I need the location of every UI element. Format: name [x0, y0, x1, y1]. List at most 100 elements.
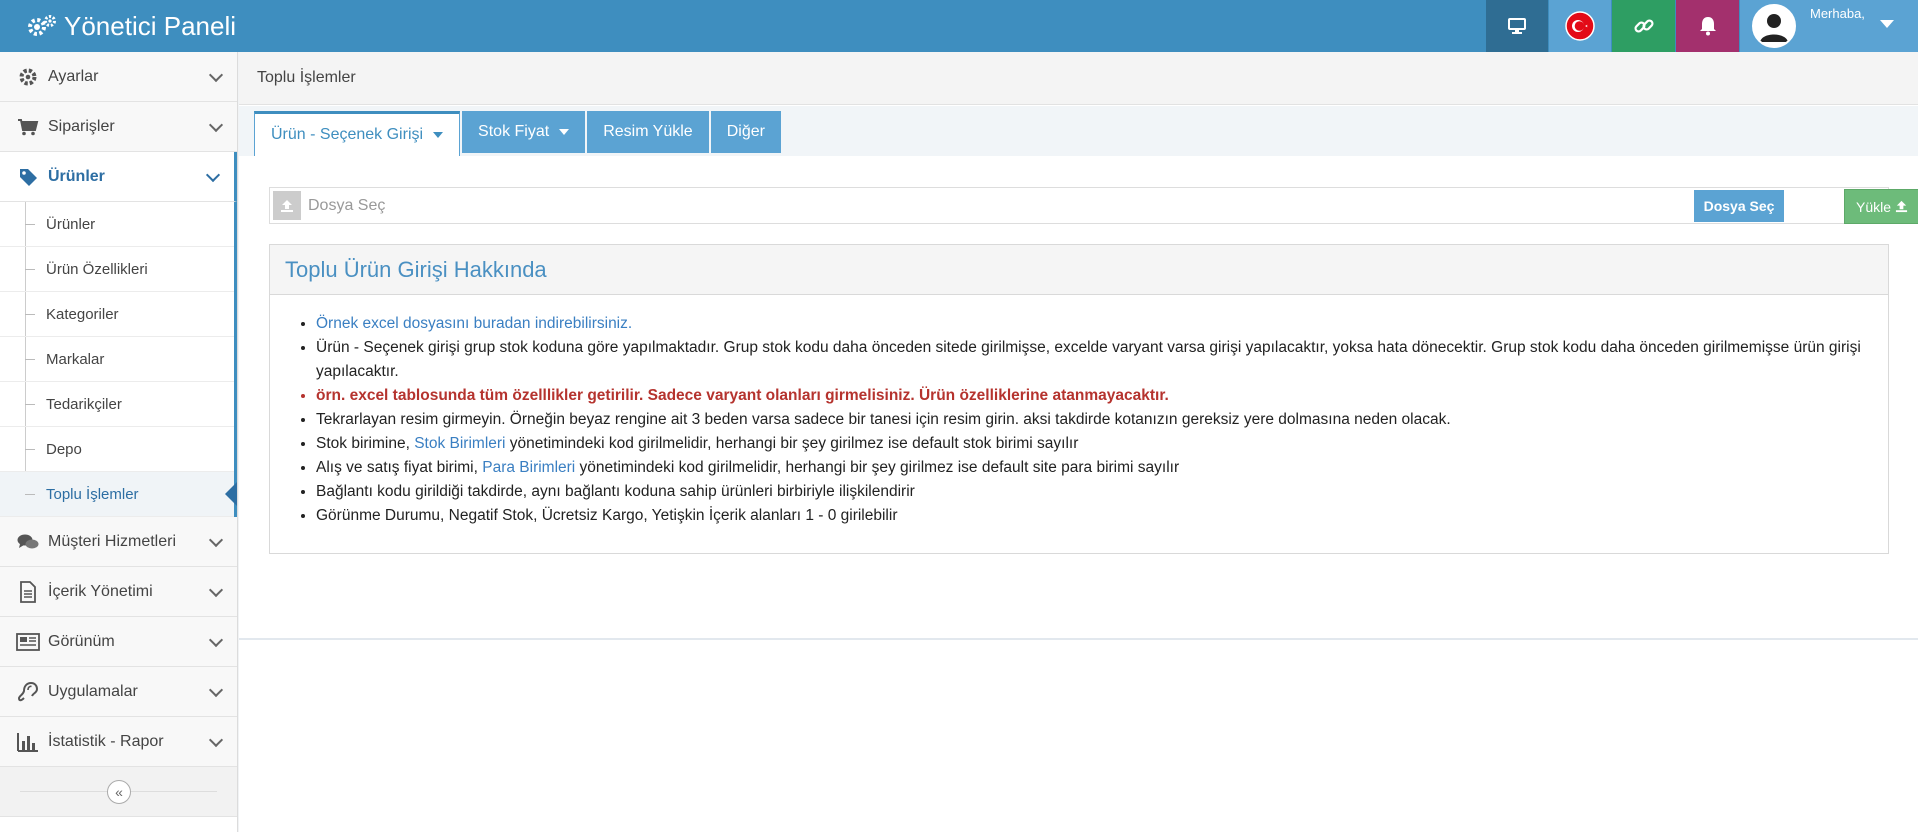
list-text: Alış ve satış fiyat birimi,	[316, 459, 483, 476]
info-panel-title: Toplu Ürün Girişi Hakkında	[270, 245, 1888, 295]
submenu-item-bulk-operations[interactable]: Toplu İşlemler	[0, 472, 237, 517]
sidebar-item-label: Uygulamalar	[48, 682, 138, 700]
currencies-link[interactable]: Para Birimleri	[482, 459, 575, 476]
avatar	[1752, 4, 1796, 48]
list-item: Görünme Durumu, Negatif Stok, Ücretsiz K…	[316, 504, 1868, 528]
chevron-down-icon	[208, 582, 224, 598]
tab-label: Stok Fiyat	[478, 123, 550, 140]
tag-icon	[16, 165, 40, 189]
gear-icon	[16, 65, 40, 89]
info-list: Örnek excel dosyasını buradan indirebili…	[270, 295, 1888, 528]
submenu-item-label: Depo	[46, 440, 82, 458]
submenu-item-warehouse[interactable]: Depo	[0, 427, 234, 472]
tab-upload-image[interactable]: Resim Yükle	[587, 111, 709, 153]
submenu-item-brands[interactable]: Markalar	[0, 337, 234, 382]
sidebar-item-products[interactable]: Ürünler	[0, 152, 237, 202]
chevron-down-icon	[1880, 20, 1894, 28]
submenu-item-label: Markalar	[46, 350, 105, 368]
list-text: yönetimindeki kod girilmelidir, herhangi…	[575, 459, 1180, 476]
chevron-down-icon	[208, 532, 224, 548]
collapse-sidebar-button[interactable]: «	[107, 780, 131, 804]
chat-icon	[16, 530, 40, 554]
main-content: Toplu İşlemler Ürün - Seçenek Girişi Sto…	[239, 52, 1918, 832]
tab-content: Dosya Seç Dosya Seç Yükle Toplu Ürün Gir…	[239, 156, 1918, 640]
notifications-button[interactable]	[1676, 0, 1739, 52]
file-input[interactable]: Dosya Seç Dosya Seç Yükle	[269, 187, 1918, 224]
language-button[interactable]	[1549, 0, 1611, 52]
chevron-down-icon	[205, 167, 221, 183]
caret-down-icon	[433, 132, 444, 138]
sidebar-item-label: Siparişler	[48, 117, 115, 135]
info-panel: Toplu Ürün Girişi Hakkında Örnek excel d…	[269, 244, 1889, 554]
list-item: Alış ve satış fiyat birimi, Para Birimle…	[316, 456, 1868, 480]
upload-icon	[273, 191, 301, 220]
list-item: Bağlantı kodu girildiği takdirde, aynı b…	[316, 480, 1868, 504]
list-item: Ürün - Seçenek girişi grup stok koduna g…	[316, 336, 1868, 384]
gears-icon	[26, 14, 58, 38]
user-menu[interactable]: Merhaba,	[1740, 0, 1918, 52]
sidebar-item-settings[interactable]: Ayarlar	[0, 52, 237, 102]
tab-product-option-entry[interactable]: Ürün - Seçenek Girişi	[254, 111, 461, 156]
monitor-button[interactable]	[1486, 0, 1548, 52]
sidebar-item-label: İstatistik - Rapor	[48, 732, 164, 750]
link-icon	[1633, 19, 1654, 33]
submenu-item-suppliers[interactable]: Tedarikçiler	[0, 382, 234, 427]
warning-item: örn. excel tablosunda tüm özelllikler ge…	[316, 384, 1868, 408]
bell-icon	[1699, 17, 1716, 36]
upload-icon	[1895, 200, 1908, 213]
chevron-down-icon	[208, 632, 224, 648]
list-text: Stok birimine,	[316, 435, 415, 452]
sidebar-item-apps[interactable]: Uygulamalar	[0, 667, 237, 717]
document-icon	[16, 580, 40, 604]
monitor-icon	[1508, 18, 1526, 34]
chevron-down-icon	[208, 117, 224, 133]
app-title: Yönetici Paneli	[64, 10, 236, 41]
upload-button[interactable]: Yükle	[1844, 189, 1918, 224]
sidebar-item-label: Müşteri Hizmetleri	[48, 532, 177, 550]
list-text: yönetimindeki kod girilmelidir, herhangi…	[505, 435, 1079, 452]
file-input-placeholder: Dosya Seç	[308, 197, 386, 214]
list-item: Stok birimine, Stok Birimleri yönetimind…	[316, 432, 1868, 456]
turkey-flag-icon	[1565, 11, 1595, 41]
stock-units-link[interactable]: Stok Birimleri	[414, 435, 505, 452]
sidebar-item-label: Ayarlar	[48, 67, 99, 85]
upload-label: Yükle	[1855, 198, 1892, 215]
bar-chart-icon	[16, 730, 40, 754]
chevron-down-icon	[208, 67, 224, 83]
submenu-item-label: Ürün Özellikleri	[46, 260, 148, 278]
tab-stock-price[interactable]: Stok Fiyat	[462, 111, 586, 153]
sidebar-item-orders[interactable]: Siparişler	[0, 102, 237, 152]
sidebar-item-content[interactable]: İçerik Yönetimi	[0, 567, 237, 617]
chevron-down-icon	[208, 732, 224, 748]
submenu-item-label: Tedarikçiler	[46, 395, 122, 413]
sidebar-item-label: Ürünler	[48, 167, 105, 185]
top-bar: Yönetici Paneli Merhaba,	[0, 0, 1918, 52]
tab-label: Resim Yükle	[603, 123, 693, 140]
submenu-item-categories[interactable]: Kategoriler	[0, 292, 234, 337]
chevron-down-icon	[208, 682, 224, 698]
ear-icon	[16, 680, 40, 704]
sidebar-item-appearance[interactable]: Görünüm	[0, 617, 237, 667]
submenu-item-label: Toplu İşlemler	[46, 485, 139, 503]
sidebar-item-customer-service[interactable]: Müşteri Hizmetleri	[0, 517, 237, 567]
sidebar-item-label: Görünüm	[48, 632, 115, 650]
choose-file-button[interactable]: Dosya Seç	[1694, 190, 1784, 222]
sidebar-item-statistics[interactable]: İstatistik - Rapor	[0, 717, 237, 767]
download-sample-link[interactable]: Örnek excel dosyasını buradan indirebili…	[316, 315, 632, 332]
sidebar-collapse-row: «	[0, 767, 237, 817]
tab-other[interactable]: Diğer	[710, 111, 781, 153]
products-submenu: Ürünler Ürün Özellikleri Kategoriler Mar…	[0, 202, 237, 517]
user-greeting: Merhaba,	[1810, 6, 1865, 21]
page-title: Toplu İşlemler	[257, 69, 356, 86]
links-button[interactable]	[1612, 0, 1675, 52]
brand[interactable]: Yönetici Paneli	[26, 0, 236, 52]
tab-label: Diğer	[726, 123, 765, 140]
submenu-item-products[interactable]: Ürünler	[0, 202, 234, 247]
tab-label: Ürün - Seçenek Girişi	[271, 126, 424, 143]
submenu-item-label: Ürünler	[46, 215, 96, 233]
submenu-item-product-attributes[interactable]: Ürün Özellikleri	[0, 247, 234, 292]
page-header: Toplu İşlemler	[239, 52, 1918, 105]
submenu-item-label: Kategoriler	[46, 305, 119, 323]
list-item: Tekrarlayan resim girmeyin. Örneğin beya…	[316, 408, 1868, 432]
double-chevron-left-icon: «	[115, 784, 123, 800]
